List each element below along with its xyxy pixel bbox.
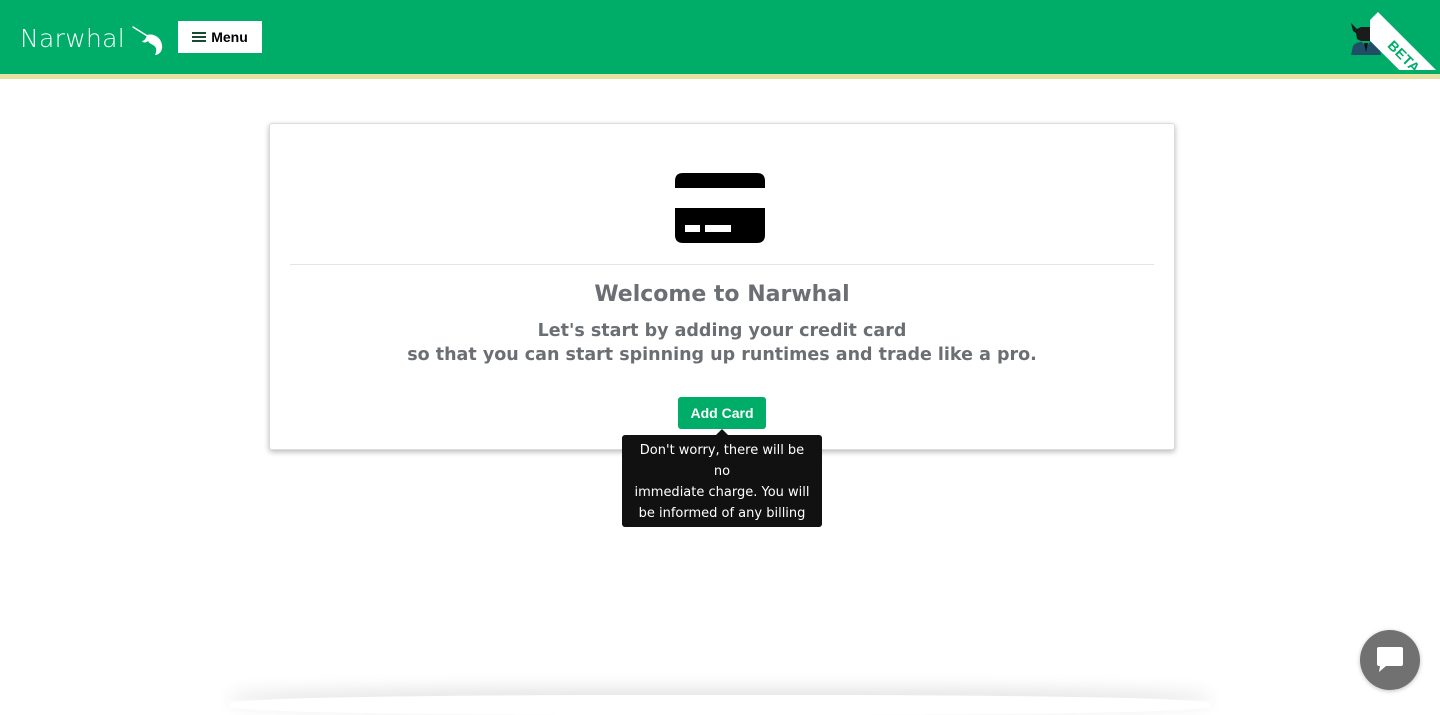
billing-info-tooltip: Don't worry, there will be no immediate … xyxy=(622,435,822,542)
hamburger-icon xyxy=(192,32,207,42)
chat-bubble-icon xyxy=(1377,647,1403,672)
tooltip-line-1: Don't worry, there will be no xyxy=(639,443,805,479)
footer-edge xyxy=(230,695,1210,715)
welcome-subtitle: Let's start by adding your credit card s… xyxy=(270,319,1174,367)
brand-name: Narwhal xyxy=(20,23,125,53)
tooltip-line-4: upon runtime creation. xyxy=(647,527,797,542)
chat-launcher-button[interactable] xyxy=(1360,630,1420,690)
welcome-subtitle-line-1: Let's start by adding your credit card xyxy=(537,321,907,341)
card-divider xyxy=(290,264,1154,265)
beta-ribbon: BETA xyxy=(1370,0,1440,70)
credit-card-icon xyxy=(675,173,765,243)
tooltip-line-3: be informed of any billing xyxy=(638,506,806,521)
tooltip-line-2: immediate charge. You will xyxy=(634,485,810,500)
narwhal-logo-icon xyxy=(132,26,163,55)
menu-button[interactable]: Menu xyxy=(178,21,262,53)
menu-button-label: Menu xyxy=(211,29,248,45)
welcome-subtitle-line-2: so that you can start spinning up runtim… xyxy=(407,345,1037,365)
navbar-accent-stripe xyxy=(0,74,1440,79)
add-card-button[interactable]: Add Card xyxy=(678,397,766,429)
brand-link[interactable]: Narwhal xyxy=(20,19,167,57)
beta-label: BETA xyxy=(1384,37,1424,70)
welcome-title: Welcome to Narwhal xyxy=(594,282,850,307)
